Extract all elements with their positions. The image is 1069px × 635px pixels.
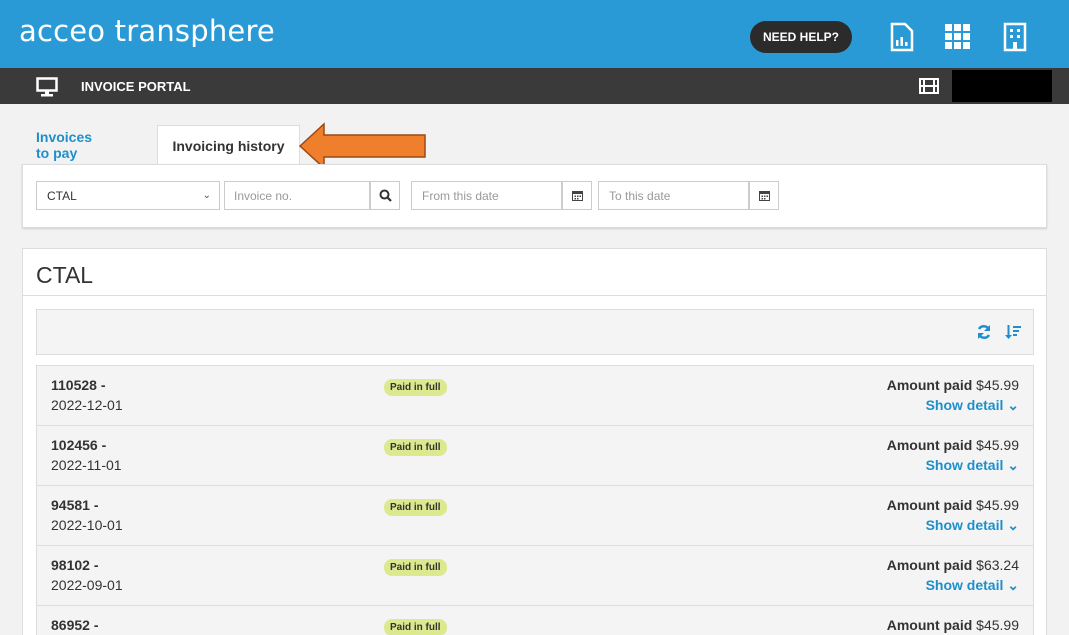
to-date-calendar-button[interactable] [749,181,779,210]
invoice-list: 110528 - 2022-12-01 Paid in full Amount … [36,365,1034,635]
show-detail-label: Show detail [925,577,1004,593]
tab-invoicing-history[interactable]: Invoicing history [157,125,300,165]
divider [23,295,1046,296]
amount-paid: Amount paid $63.24 [887,557,1019,573]
amount-value: $45.99 [976,437,1019,453]
redacted-user-area [952,70,1052,102]
amount-label: Amount paid [886,437,973,453]
panel-title: CTAL [36,262,94,288]
building-icon[interactable] [1003,22,1029,52]
status-badge: Paid in full [384,559,447,576]
amount-label: Amount paid [886,377,973,393]
invoice-row[interactable]: 86952 - Paid in full Amount paid $45.99 [36,605,1034,635]
invoice-row[interactable]: 94581 - 2022-10-01 Paid in full Amount p… [36,485,1034,545]
amount-paid: Amount paid $45.99 [887,617,1019,633]
amount-value: $63.24 [976,557,1019,573]
amount-label: Amount paid [886,557,973,573]
invoice-number: 86952 - [51,617,99,633]
amount-value: $45.99 [976,377,1019,393]
from-date-calendar-button[interactable] [562,181,592,210]
chevron-down-icon: ⌄ [1007,457,1019,473]
invoice-row[interactable]: 102456 - 2022-11-01 Paid in full Amount … [36,425,1034,485]
app-logo[interactable]: acceo transphere [19,14,275,48]
chevron-down-icon: ⌄ [1007,517,1019,533]
account-select-value: CTAL [47,188,77,203]
show-detail-link[interactable]: Show detail ⌄ [926,397,1019,414]
show-detail-link[interactable]: Show detail ⌄ [926,577,1019,594]
amount-value: $45.99 [976,497,1019,513]
from-date-input[interactable]: From this date [411,181,562,210]
account-select[interactable]: CTAL ⌄ [36,181,220,210]
portal-title: INVOICE PORTAL [81,79,191,94]
monitor-icon [36,77,58,102]
chevron-down-icon: ⌄ [1007,397,1019,413]
amount-paid: Amount paid $45.99 [887,497,1019,513]
show-detail-label: Show detail [925,457,1004,473]
show-detail-label: Show detail [925,517,1004,533]
chevron-down-icon: ⌄ [1007,577,1019,593]
invoice-number: 94581 - [51,497,99,513]
status-badge: Paid in full [384,619,447,635]
calendar-icon [758,191,770,201]
amount-label: Amount paid [886,617,973,633]
status-badge: Paid in full [384,439,447,456]
film-icon[interactable] [919,78,939,99]
top-header: acceo transphere NEED HELP? [0,0,1069,68]
invoice-number: 110528 - [51,377,106,393]
filter-panel: CTAL ⌄ Invoice no. From this date To thi… [22,164,1047,228]
to-date-input[interactable]: To this date [598,181,749,210]
show-detail-label: Show detail [925,397,1004,413]
calendar-icon [571,191,583,201]
list-toolbar [36,309,1034,355]
need-help-button[interactable]: NEED HELP? [750,21,852,53]
search-icon [379,189,392,202]
show-detail-link[interactable]: Show detail ⌄ [926,457,1019,474]
invoice-row[interactable]: 110528 - 2022-12-01 Paid in full Amount … [36,365,1034,425]
show-detail-link[interactable]: Show detail ⌄ [926,517,1019,534]
report-icon[interactable] [890,22,916,52]
amount-label: Amount paid [886,497,973,513]
chevron-down-icon: ⌄ [202,190,211,201]
invoice-date: 2022-12-01 [51,397,123,413]
invoice-number: 102456 - [51,437,107,453]
refresh-icon[interactable] [976,324,992,345]
amount-value: $45.99 [976,617,1019,633]
invoice-number-input[interactable]: Invoice no. [224,181,370,210]
portal-bar: INVOICE PORTAL [0,68,1069,104]
amount-paid: Amount paid $45.99 [887,377,1019,393]
status-badge: Paid in full [384,499,447,516]
invoice-history-panel: CTAL 110528 - 2022-12-01 Paid in full Am… [22,248,1047,635]
invoice-date: 2022-10-01 [51,517,123,533]
tab-invoices-to-pay[interactable]: Invoices to pay [36,125,92,165]
search-button[interactable] [370,181,400,210]
invoice-row[interactable]: 98102 - 2022-09-01 Paid in full Amount p… [36,545,1034,605]
apps-grid-icon[interactable] [945,24,971,54]
annotation-arrow [298,122,426,170]
amount-paid: Amount paid $45.99 [887,437,1019,453]
sort-icon[interactable] [1005,324,1021,345]
invoice-date: 2022-09-01 [51,577,123,593]
invoice-date: 2022-11-01 [51,457,122,473]
invoice-number: 98102 - [51,557,99,573]
status-badge: Paid in full [384,379,447,396]
